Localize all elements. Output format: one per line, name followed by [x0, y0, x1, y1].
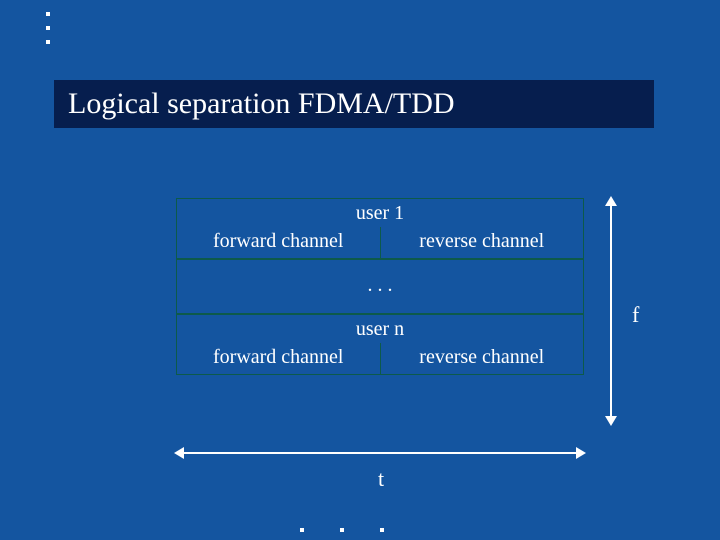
corner-bullets	[46, 12, 50, 44]
slide-title: Logical separation FDMA/TDD	[68, 87, 455, 121]
usern-channels: forward channel reverse channel	[176, 343, 584, 375]
t-axis-label: t	[378, 466, 384, 492]
footer-bullets	[300, 528, 384, 532]
bullet-dot	[46, 12, 50, 16]
arrow-down-icon	[605, 416, 617, 426]
bullet-dot	[46, 26, 50, 30]
user1-forward: forward channel	[177, 227, 381, 258]
user1-channels: forward channel reverse channel	[176, 227, 584, 259]
usern-reverse: reverse channel	[381, 343, 584, 374]
bullet-dot	[340, 528, 344, 532]
bullet-dot	[300, 528, 304, 532]
time-axis	[176, 444, 584, 462]
bullet-dot	[46, 40, 50, 44]
fdma-tdd-diagram: user 1 forward channel reverse channel .…	[176, 198, 584, 375]
t-axis-line	[176, 452, 584, 454]
user1-header: user 1	[176, 198, 584, 227]
ellipsis-row: . . .	[176, 259, 584, 314]
user1-reverse: reverse channel	[381, 227, 584, 258]
f-axis-label: f	[632, 302, 639, 328]
slide-title-block: Logical separation FDMA/TDD	[54, 80, 654, 128]
f-axis-line	[610, 198, 612, 424]
arrow-right-icon	[576, 447, 586, 459]
bullet-dot	[380, 528, 384, 532]
usern-header: user n	[176, 314, 584, 343]
usern-forward: forward channel	[177, 343, 381, 374]
